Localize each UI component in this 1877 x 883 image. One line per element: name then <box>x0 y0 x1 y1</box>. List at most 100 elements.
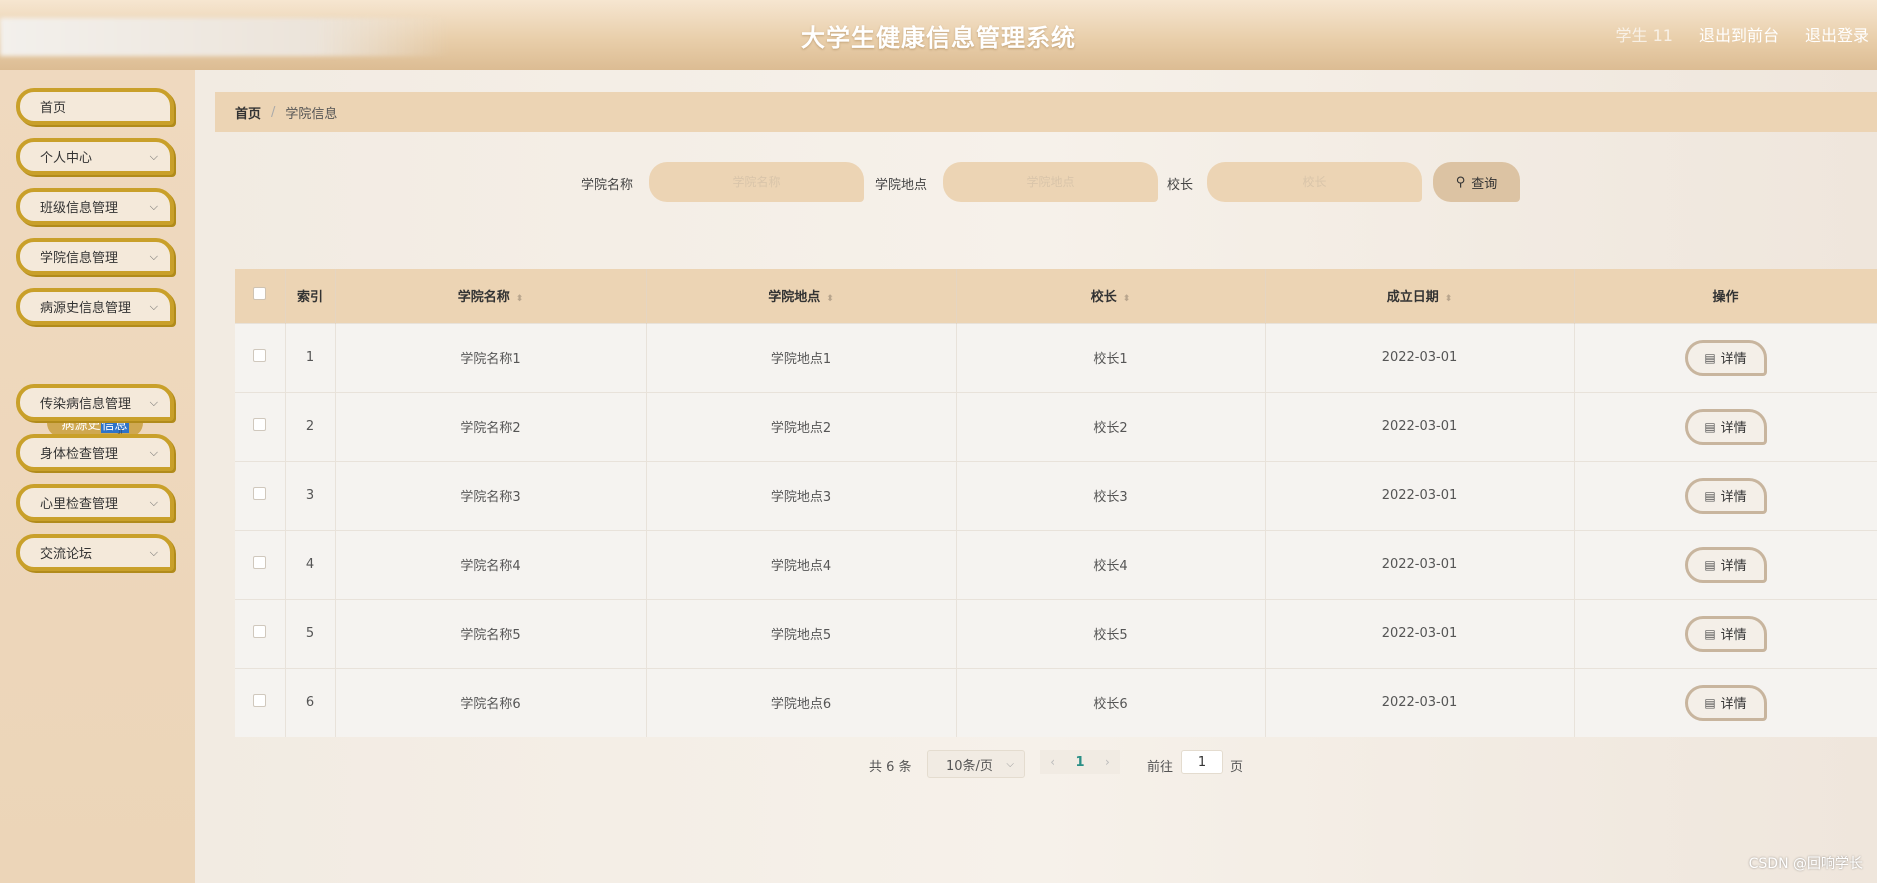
cell-college-location: 学院地点6 <box>646 667 957 737</box>
sort-icon[interactable]: ⬍ <box>1445 294 1453 304</box>
pager: ‹ 1 › <box>1040 750 1120 774</box>
cell-college-name: 学院名称5 <box>335 598 647 668</box>
page-size-value: 10条/页 <box>946 758 993 774</box>
detail-button-label: 详情 <box>1720 697 1747 713</box>
cell-index: 5 <box>285 598 336 668</box>
sidebar-item-psychological-exam[interactable]: 心里检查管理 ⌵ <box>16 484 174 521</box>
cell-index: 1 <box>285 322 336 392</box>
college-name-label: 学院名称 <box>581 178 634 193</box>
cell-college-location: 学院地点1 <box>646 322 957 392</box>
breadcrumb: 首页 / 学院信息 <box>215 92 1877 132</box>
breadcrumb-separator: / <box>271 104 276 120</box>
checkbox[interactable] <box>253 694 267 708</box>
cell-college-name: 学院名称4 <box>335 529 647 599</box>
detail-button[interactable]: ▤ 详情 <box>1684 684 1767 721</box>
sidebar-item-medical-history[interactable]: 病源史信息管理 ⌵ <box>16 288 174 325</box>
college-location-input[interactable] <box>943 162 1158 202</box>
sidebar-item-class-management[interactable]: 班级信息管理 ⌵ <box>16 188 174 225</box>
row-select[interactable] <box>235 529 286 599</box>
breadcrumb-home[interactable]: 首页 <box>235 103 261 122</box>
detail-button[interactable]: ▤ 详情 <box>1684 477 1767 514</box>
table-header-row: 索引 学院名称 ⬍ 学院地点 ⬍ 校长 ⬍ 成立日期 ⬍ 操作 <box>235 269 1877 323</box>
app-title: 大学生健康信息管理系统 <box>801 24 1076 52</box>
cell-actions: ▤ 详情 <box>1574 598 1877 668</box>
chevron-down-icon: ⌵ <box>149 545 158 559</box>
page-size-select[interactable]: 10条/页 ⌵ <box>927 750 1025 778</box>
detail-button-label: 详情 <box>1720 490 1747 505</box>
sidebar-item-label: 个人中心 <box>40 151 93 166</box>
header-college-name[interactable]: 学院名称 ⬍ <box>335 269 647 323</box>
checkbox[interactable] <box>253 418 267 431</box>
cell-college-location: 学院地点5 <box>646 598 957 668</box>
header-president[interactable]: 校长 ⬍ <box>956 269 1266 323</box>
chevron-down-icon: ⌵ <box>149 149 158 163</box>
detail-button[interactable]: ▤ 详情 <box>1684 546 1767 583</box>
header-select-all[interactable] <box>235 269 286 323</box>
top-header: 大学生健康信息管理系统 学生 11 退出到前台 退出登录 <box>0 0 1877 70</box>
detail-button[interactable]: ▤ 详情 <box>1684 615 1767 652</box>
cell-actions: ▤ 详情 <box>1574 460 1877 530</box>
prev-page-icon[interactable]: ‹ <box>1050 755 1055 769</box>
cell-index: 6 <box>285 667 336 737</box>
current-user: 学生 11 <box>1615 26 1673 45</box>
row-select[interactable] <box>235 598 286 668</box>
detail-button[interactable]: ▤ 详情 <box>1684 408 1767 445</box>
chevron-down-icon: ⌵ <box>149 299 158 313</box>
search-button[interactable]: ⚲ 查询 <box>1433 162 1520 202</box>
current-page[interactable]: 1 <box>1075 755 1084 770</box>
document-icon: ▤ <box>1704 488 1716 503</box>
row-select[interactable] <box>235 460 286 530</box>
search-icon: ⚲ <box>1455 174 1466 190</box>
president-input[interactable] <box>1207 162 1422 202</box>
sidebar-item-personal-center[interactable]: 个人中心 ⌵ <box>16 138 174 175</box>
sidebar-item-label: 病源史信息管理 <box>40 301 132 316</box>
sort-icon[interactable]: ⬍ <box>1123 294 1131 304</box>
front-link[interactable]: 退出到前台 <box>1699 22 1779 46</box>
document-icon: ▤ <box>1704 626 1716 641</box>
row-select[interactable] <box>235 667 286 737</box>
header-actions: 操作 <box>1574 269 1877 323</box>
detail-button-label: 详情 <box>1720 352 1747 367</box>
checkbox[interactable] <box>253 487 267 500</box>
header-founded-date[interactable]: 成立日期 ⬍ <box>1265 269 1575 323</box>
pagination: 共 6 条 10条/页 ⌵ ‹ 1 › 前往 页 <box>195 750 1877 780</box>
search-bar: 学院名称 学院地点 校长 ⚲ 查询 <box>195 162 1877 202</box>
college-name-input[interactable] <box>649 162 864 202</box>
detail-button[interactable]: ▤ 详情 <box>1684 339 1767 376</box>
sort-icon[interactable]: ⬍ <box>826 294 834 304</box>
row-select[interactable] <box>235 391 286 461</box>
goto-page-input[interactable] <box>1181 750 1223 774</box>
checkbox[interactable] <box>253 556 267 569</box>
cell-founded-date: 2022-03-01 <box>1265 667 1575 737</box>
detail-button-label: 详情 <box>1720 559 1747 574</box>
sidebar-item-label: 首页 <box>40 101 67 116</box>
checkbox[interactable] <box>253 349 267 362</box>
cell-college-location: 学院地点2 <box>646 391 957 461</box>
sidebar-item-forum[interactable]: 交流论坛 ⌵ <box>16 534 174 571</box>
sidebar-item-physical-exam[interactable]: 身体检查管理 ⌵ <box>16 434 174 471</box>
cell-college-name: 学院名称1 <box>335 322 647 392</box>
goto-label: 前往 <box>1147 760 1174 775</box>
next-page-icon[interactable]: › <box>1105 755 1110 769</box>
document-icon: ▤ <box>1704 350 1716 365</box>
chevron-down-icon: ⌵ <box>149 495 158 509</box>
sidebar-item-college-management[interactable]: 学院信息管理 ⌵ <box>16 238 174 275</box>
row-select[interactable] <box>235 322 286 392</box>
header-college-location[interactable]: 学院地点 ⬍ <box>646 269 957 323</box>
cell-college-name: 学院名称2 <box>335 391 647 461</box>
logout-link[interactable]: 退出登录 <box>1805 22 1869 46</box>
breadcrumb-current: 学院信息 <box>285 106 338 122</box>
cell-college-location: 学院地点3 <box>646 460 957 530</box>
checkbox[interactable] <box>253 625 267 638</box>
cell-index: 2 <box>285 391 336 461</box>
college-table: 索引 学院名称 ⬍ 学院地点 ⬍ 校长 ⬍ 成立日期 ⬍ 操作 1 学院名称1 学院地点… <box>235 269 1877 737</box>
table-row: 2 学院名称2 学院地点2 校长2 2022-03-01 ▤ 详情 <box>235 391 1877 461</box>
sort-icon[interactable]: ⬍ <box>516 294 524 304</box>
sidebar-item-home[interactable]: 首页 <box>16 88 174 125</box>
header-label: 学院名称 <box>457 290 510 306</box>
header-label: 校长 <box>1090 290 1117 306</box>
checkbox[interactable] <box>253 287 267 301</box>
cell-founded-date: 2022-03-01 <box>1265 322 1575 392</box>
sidebar-item-infectious-disease[interactable]: 传染病信息管理 ⌵ <box>16 384 174 421</box>
chevron-down-icon: ⌵ <box>1006 758 1014 770</box>
